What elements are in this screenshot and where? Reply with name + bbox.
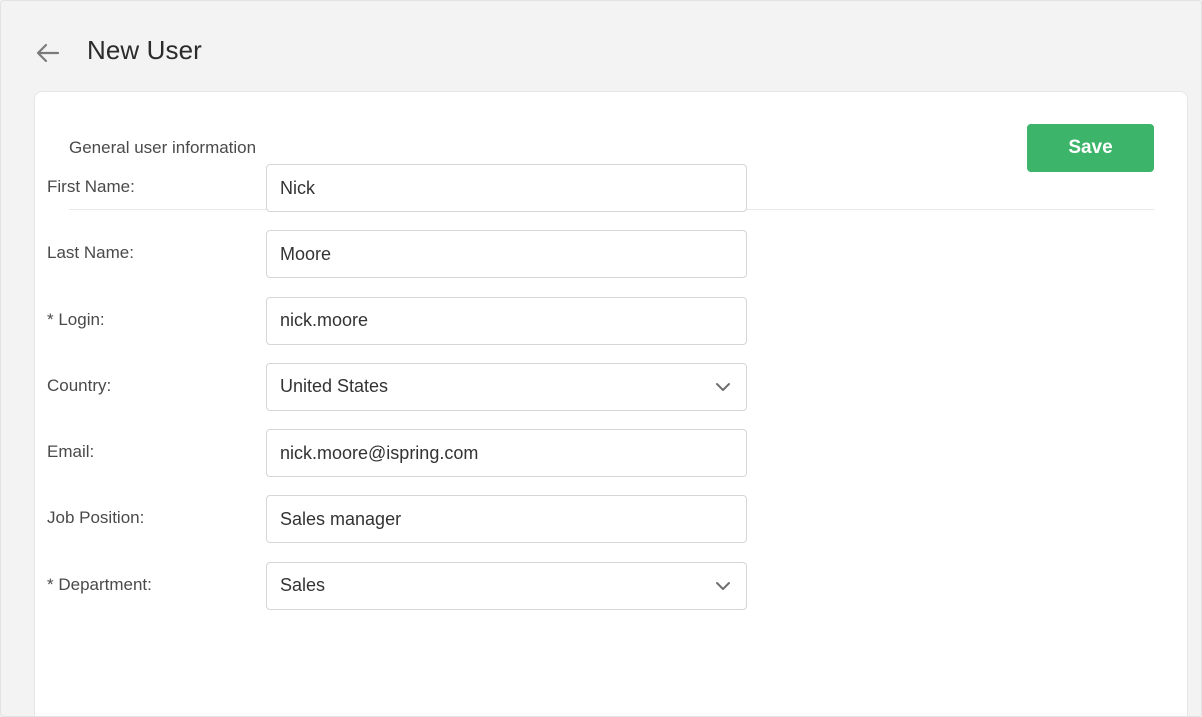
page-title: New User	[87, 35, 202, 65]
department-row: * Department: Sales	[47, 561, 767, 628]
chevron-down-icon	[716, 382, 730, 391]
login-field[interactable]	[266, 296, 747, 345]
country-row: Country: United States	[47, 362, 767, 429]
last-name-field[interactable]	[266, 230, 747, 279]
country-value: United States	[280, 376, 389, 397]
country-label: Country:	[47, 375, 112, 395]
first-name-row: First Name:	[47, 164, 767, 230]
country-select[interactable]: United States	[266, 362, 747, 411]
login-label: * Login:	[47, 309, 105, 329]
job-position-field[interactable]	[266, 495, 747, 544]
first-name-label: First Name:	[47, 177, 135, 196]
email-label: Email:	[47, 442, 95, 462]
page: New User General user information Save F…	[0, 0, 1202, 717]
department-select[interactable]: Sales	[266, 561, 747, 610]
login-row: * Login:	[47, 296, 767, 363]
chevron-down-icon	[716, 581, 730, 590]
department-value: Sales	[280, 575, 326, 596]
back-button[interactable]	[34, 39, 62, 67]
department-label: * Department:	[47, 574, 152, 594]
user-form: First Name: Last Name: * Login: Country:…	[47, 164, 767, 628]
section-title: General user information	[69, 138, 257, 157]
arrow-left-icon	[36, 43, 60, 63]
email-field[interactable]	[266, 429, 747, 478]
first-name-field[interactable]	[266, 164, 747, 212]
job-position-label: Job Position:	[47, 508, 145, 528]
email-row: Email:	[47, 429, 767, 495]
page-header: New User	[1, 1, 1201, 91]
save-button[interactable]: Save	[1027, 124, 1154, 172]
last-name-row: Last Name:	[47, 230, 767, 296]
last-name-label: Last Name:	[47, 243, 134, 263]
job-position-row: Job Position:	[47, 495, 767, 561]
